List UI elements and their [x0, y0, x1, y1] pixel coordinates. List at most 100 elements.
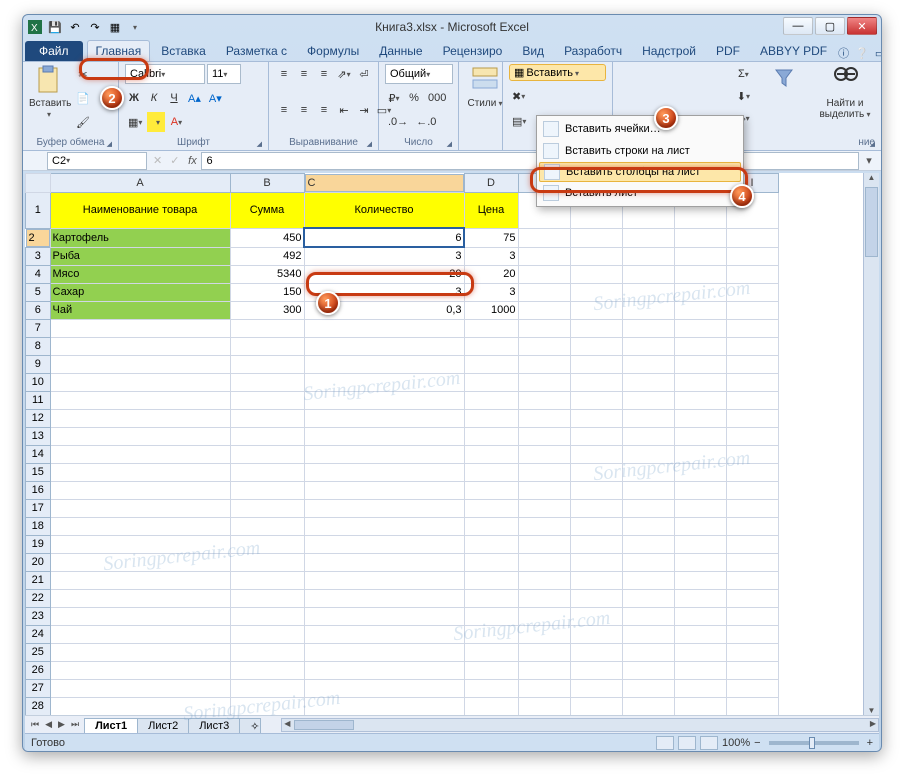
cell[interactable] — [230, 607, 304, 625]
cell[interactable] — [518, 409, 570, 427]
cell[interactable] — [570, 409, 622, 427]
row-header[interactable]: 21 — [26, 571, 51, 589]
view-layout-icon[interactable] — [678, 736, 696, 750]
cell[interactable] — [622, 355, 674, 373]
cell[interactable] — [518, 697, 570, 715]
menu-insert-sheet[interactable]: Вставить лист — [539, 182, 741, 204]
maximize-button[interactable]: ▢ — [815, 17, 845, 35]
row-header[interactable]: 10 — [26, 373, 51, 391]
cell[interactable] — [570, 589, 622, 607]
ribbon-tab-3[interactable]: Формулы — [298, 40, 368, 61]
cell[interactable] — [230, 679, 304, 697]
cell[interactable] — [726, 283, 778, 301]
zoom-level[interactable]: 100% — [722, 737, 750, 749]
cell[interactable] — [230, 409, 304, 427]
cell[interactable] — [518, 499, 570, 517]
print-preview-icon[interactable]: ▦ — [107, 19, 123, 35]
cell[interactable] — [464, 697, 518, 715]
row-header[interactable]: 3 — [26, 247, 51, 265]
cell[interactable] — [464, 391, 518, 409]
cell[interactable] — [464, 517, 518, 535]
cell[interactable] — [674, 247, 726, 265]
cell[interactable] — [570, 355, 622, 373]
cell[interactable] — [570, 265, 622, 283]
cell[interactable] — [304, 463, 464, 481]
autosum-icon[interactable]: Σ — [734, 64, 752, 84]
cell[interactable] — [464, 553, 518, 571]
cell[interactable] — [518, 535, 570, 553]
cell[interactable] — [674, 481, 726, 499]
select-all-corner[interactable] — [26, 174, 51, 193]
cell[interactable]: 5340 — [230, 265, 304, 283]
cell[interactable] — [230, 571, 304, 589]
cell[interactable] — [464, 607, 518, 625]
percent-icon[interactable]: % — [405, 88, 423, 108]
font-color-button[interactable]: A — [167, 112, 185, 132]
cell[interactable] — [230, 355, 304, 373]
cell[interactable]: 20 — [464, 265, 518, 283]
cell[interactable] — [622, 517, 674, 535]
cell[interactable] — [570, 463, 622, 481]
cell[interactable] — [518, 355, 570, 373]
cell[interactable]: Цена — [464, 192, 518, 228]
cell[interactable] — [50, 643, 230, 661]
hscroll-thumb[interactable] — [294, 720, 354, 730]
cell[interactable] — [674, 571, 726, 589]
cell[interactable]: Мясо — [50, 265, 230, 283]
cell[interactable] — [230, 553, 304, 571]
cell[interactable] — [464, 625, 518, 643]
cells-insert-button[interactable]: Вставить — [526, 67, 573, 79]
font-size-select[interactable]: 11 — [207, 64, 241, 84]
cell[interactable] — [570, 373, 622, 391]
cell[interactable]: Картофель — [50, 228, 230, 247]
cell[interactable] — [50, 355, 230, 373]
cell[interactable] — [570, 337, 622, 355]
cell[interactable] — [50, 319, 230, 337]
comma-icon[interactable]: 000 — [425, 88, 449, 108]
cell[interactable] — [726, 643, 778, 661]
cell[interactable] — [50, 373, 230, 391]
cell[interactable] — [674, 301, 726, 319]
zoom-slider[interactable] — [769, 741, 859, 745]
cell[interactable] — [518, 643, 570, 661]
cell[interactable] — [726, 355, 778, 373]
cell[interactable] — [674, 228, 726, 247]
cell[interactable] — [304, 373, 464, 391]
new-sheet-button[interactable]: ✧ — [239, 718, 261, 734]
row-header[interactable]: 6 — [26, 301, 51, 319]
cell[interactable] — [622, 661, 674, 679]
ribbon-tab-4[interactable]: Данные — [370, 40, 431, 61]
cell[interactable] — [230, 643, 304, 661]
cell[interactable] — [50, 499, 230, 517]
cell[interactable] — [570, 499, 622, 517]
row-header[interactable]: 17 — [26, 499, 51, 517]
row-header[interactable]: 1 — [26, 192, 51, 228]
cell[interactable] — [726, 571, 778, 589]
cell[interactable] — [518, 319, 570, 337]
cell[interactable] — [570, 571, 622, 589]
cell[interactable] — [304, 679, 464, 697]
cell[interactable] — [304, 391, 464, 409]
cell[interactable] — [304, 319, 464, 337]
zoom-in-icon[interactable]: + — [867, 737, 873, 749]
cell[interactable] — [726, 265, 778, 283]
cell[interactable] — [622, 373, 674, 391]
cell[interactable]: 150 — [230, 283, 304, 301]
cell[interactable] — [674, 427, 726, 445]
cell[interactable]: 20 — [304, 265, 464, 283]
sheet-tab-1[interactable]: Лист2 — [137, 718, 189, 733]
cell[interactable] — [570, 319, 622, 337]
cell[interactable] — [726, 228, 778, 247]
cell[interactable] — [464, 661, 518, 679]
ribbon-min-icon[interactable]: ▭ — [875, 47, 882, 60]
menu-insert-rows[interactable]: Вставить строки на лист — [539, 140, 741, 162]
row-header[interactable]: 9 — [26, 355, 51, 373]
redo-icon[interactable]: ↷ — [87, 19, 103, 35]
cell[interactable] — [304, 355, 464, 373]
cell[interactable] — [518, 571, 570, 589]
row-header[interactable]: 2 — [26, 229, 50, 247]
cell[interactable]: 3 — [464, 247, 518, 265]
cell[interactable] — [304, 481, 464, 499]
align-right-icon[interactable]: ≡ — [315, 100, 333, 120]
cell[interactable] — [230, 391, 304, 409]
